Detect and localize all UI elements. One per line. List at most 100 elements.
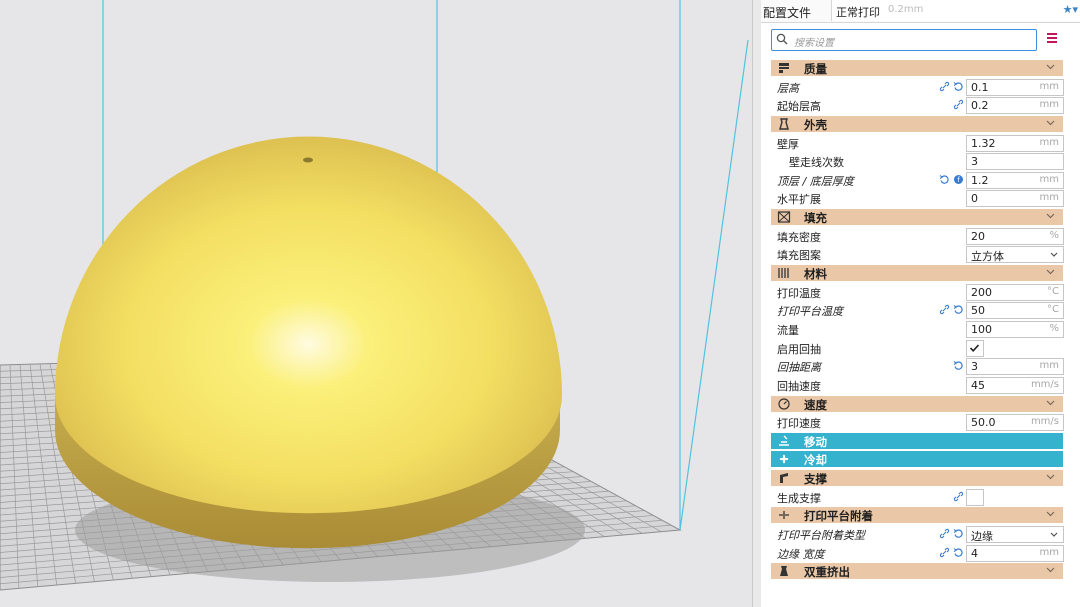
infill-density-input[interactable]: 20% xyxy=(966,227,1064,245)
horizontal-expansion-input[interactable]: 0 mm xyxy=(966,190,1064,208)
section-shell[interactable]: 外壳 xyxy=(771,115,1063,132)
print-temperature-input[interactable]: 200 °C xyxy=(966,283,1064,301)
profile-bar: 配置文件 正常打印 0.2mm ★▾ xyxy=(761,0,1080,23)
wall-line-count-input[interactable]: 3 xyxy=(966,153,1064,171)
setting-adhesion-type: 打印平台附着类型 边缘 xyxy=(771,526,1064,544)
section-title: 冷却 xyxy=(804,453,827,468)
settings-menu-icon[interactable] xyxy=(1047,33,1057,43)
setting-label: 壁走线次数 xyxy=(789,156,844,170)
section-title: 移动 xyxy=(804,434,827,449)
settings-list: 质量 层高 0.1 mm 起始层高 0.2 mm 外壳 壁厚 1.32 mm 壁走线次… xyxy=(771,60,1064,582)
section-infill[interactable]: 填充 xyxy=(771,209,1063,226)
section-material[interactable]: 材料 xyxy=(771,265,1063,282)
support-checkbox[interactable] xyxy=(966,488,984,506)
setting-label: 打印温度 xyxy=(777,286,821,300)
infill-pattern-select[interactable]: 立方体 xyxy=(966,246,1064,264)
link-icon xyxy=(953,100,964,110)
link-icon xyxy=(953,491,964,501)
profile-select[interactable]: 正常打印 0.2mm ★▾ xyxy=(831,0,1080,21)
dual-icon xyxy=(780,566,788,577)
field-value: 20 xyxy=(971,229,985,243)
layer-height-input[interactable]: 0.1 mm xyxy=(966,78,1064,96)
flow-input[interactable]: 100% xyxy=(966,320,1064,338)
section-quality[interactable]: 质量 xyxy=(771,60,1063,76)
field-value: 0 xyxy=(971,192,978,206)
reset-icon[interactable] xyxy=(953,81,964,92)
field-unit: mm xyxy=(1039,360,1059,372)
field-value: 200 xyxy=(971,285,992,299)
support-icon xyxy=(780,473,788,484)
setting-infill-pattern: 填充图案 立方体 xyxy=(771,246,1064,264)
setting-label: 起始层高 xyxy=(777,100,821,114)
setting-label: 回抽距离 xyxy=(777,361,821,375)
link-icon xyxy=(939,547,950,557)
setting-brim-width: 边缘 宽度 4 mm xyxy=(771,544,1064,562)
field-value: 3 xyxy=(971,360,978,374)
star-dropdown-icon[interactable]: ★▾ xyxy=(1063,3,1078,16)
field-unit: °C xyxy=(1047,285,1059,297)
profile-label: 配置文件 xyxy=(763,6,812,20)
3d-viewport[interactable] xyxy=(0,0,750,607)
setting-label: 填充图案 xyxy=(777,249,821,263)
retraction-checkbox[interactable] xyxy=(966,339,984,357)
print-speed-input[interactable]: 50.0 mm/s xyxy=(966,414,1064,432)
field-unit: % xyxy=(1049,229,1059,241)
section-dual-extrusion[interactable]: 双重挤出 xyxy=(771,563,1063,580)
section-travel[interactable]: 移动 xyxy=(771,432,1063,449)
chevron-down-icon xyxy=(1046,269,1055,275)
field-unit: mm/s xyxy=(1030,416,1059,428)
field-unit: mm xyxy=(1039,546,1059,558)
initial-layer-height-input[interactable]: 0.2 mm xyxy=(966,97,1064,115)
reset-icon[interactable] xyxy=(953,304,964,315)
checkmark-icon xyxy=(969,344,980,352)
setting-retraction-distance: 回抽距离 3 mm xyxy=(771,358,1064,376)
section-support[interactable]: 支撑 xyxy=(771,470,1063,487)
adhesion-type-select[interactable]: 边缘 xyxy=(966,526,1064,544)
top-bottom-thickness-input[interactable]: 1.2 mm xyxy=(966,171,1064,189)
retraction-speed-input[interactable]: 45 mm/s xyxy=(966,376,1064,394)
adhesion-icon xyxy=(779,511,789,520)
search-placeholder: 搜索设置 xyxy=(794,38,834,49)
field-value: 立方体 xyxy=(971,250,1004,264)
wall-thickness-input[interactable]: 1.32 mm xyxy=(966,134,1064,152)
section-speed[interactable]: 速度 xyxy=(771,395,1063,412)
setting-label: 流量 xyxy=(777,323,799,337)
chevron-down-icon xyxy=(1046,120,1055,126)
field-value: 1.2 xyxy=(971,173,989,187)
section-cooling[interactable]: 冷却 xyxy=(771,451,1063,468)
speed-icon xyxy=(778,397,790,410)
chevron-down-icon xyxy=(1046,64,1055,70)
field-unit: mm xyxy=(1039,99,1059,111)
dome-model[interactable] xyxy=(55,136,562,549)
search-icon xyxy=(776,33,788,45)
bed-temperature-input[interactable]: 50 °C xyxy=(966,302,1064,320)
quality-icon xyxy=(779,63,789,73)
chevron-down-icon xyxy=(1046,511,1055,517)
link-icon xyxy=(939,305,950,315)
section-title: 材料 xyxy=(804,267,827,282)
setting-label: 壁厚 xyxy=(777,137,799,151)
reset-icon[interactable] xyxy=(953,360,964,371)
setting-print-speed: 打印速度 50.0 mm/s xyxy=(771,414,1064,432)
brim-width-input[interactable]: 4 mm xyxy=(966,544,1064,562)
reset-icon[interactable] xyxy=(953,547,964,558)
section-title: 支撑 xyxy=(804,472,827,487)
setting-label: 生成支撑 xyxy=(777,491,821,505)
reset-icon[interactable] xyxy=(953,528,964,539)
section-adhesion[interactable]: 打印平台附着 xyxy=(771,507,1063,524)
field-value: 45 xyxy=(971,378,985,392)
field-unit: mm xyxy=(1039,192,1059,204)
reset-icon[interactable] xyxy=(939,174,950,185)
setting-flow: 流量 100% xyxy=(771,320,1064,338)
setting-horizontal-expansion: 水平扩展 0 mm xyxy=(771,190,1064,208)
chevron-down-icon xyxy=(1046,400,1055,405)
setting-infill-density: 填充密度 20% xyxy=(771,227,1064,245)
scene xyxy=(0,0,749,591)
infill-icon xyxy=(777,211,791,223)
retraction-distance-input[interactable]: 3 mm xyxy=(966,358,1064,376)
setting-label: 水平扩展 xyxy=(777,193,821,207)
field-unit: % xyxy=(1049,322,1059,334)
setting-label: 填充密度 xyxy=(777,230,821,244)
search-input[interactable]: 搜索设置 xyxy=(771,29,1037,51)
setting-support-enable: 生成支撑 xyxy=(771,488,1063,506)
